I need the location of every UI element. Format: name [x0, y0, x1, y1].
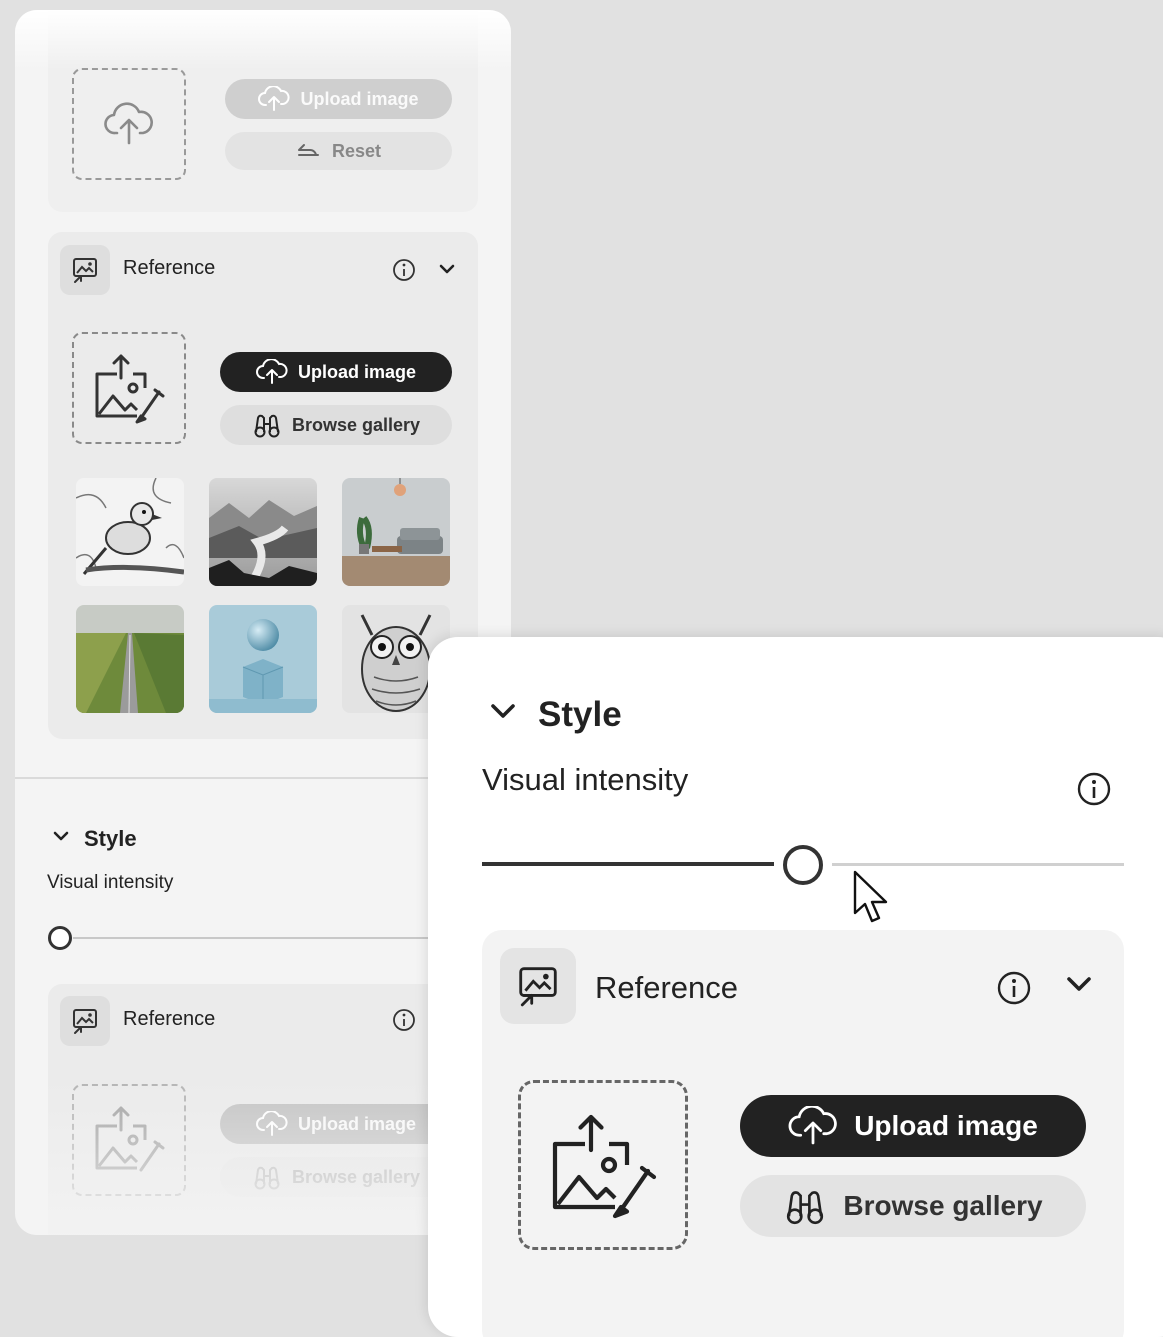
reset-button[interactable]: Reset	[225, 132, 452, 170]
undo-icon	[297, 144, 319, 156]
zoomed-style-panel: Style Visual intensity Reference Upload …	[428, 637, 1163, 1337]
style-reference-card: Reference Upload image Browse gallery	[48, 984, 478, 1235]
chevron-down-icon[interactable]	[438, 262, 456, 276]
info-icon[interactable]	[392, 258, 416, 282]
bird-sketch-thumbnail[interactable]	[76, 478, 184, 586]
misty-mountains-thumbnail[interactable]	[209, 478, 317, 586]
image-reference-icon	[519, 967, 557, 1007]
info-icon[interactable]	[1076, 771, 1112, 807]
reference-card: Reference Upload image Browse gallery	[48, 232, 478, 739]
zoom-upload-label: Upload image	[854, 1110, 1038, 1141]
binoculars-icon	[254, 1166, 280, 1190]
zoom-reference-card: Reference Upload image Browse gallery	[482, 930, 1124, 1337]
cloud-upload-icon	[255, 1111, 288, 1136]
reference-icon-box	[60, 245, 110, 295]
image-reference-icon	[73, 1009, 97, 1034]
style-reference-title: Reference	[123, 1008, 216, 1030]
visual-intensity-thumb[interactable]	[48, 926, 72, 950]
cloud-upload-icon	[258, 86, 290, 111]
cloud-upload-icon	[104, 102, 153, 145]
binoculars-icon	[254, 414, 280, 438]
style-reference-upload-label: Upload image	[297, 1113, 417, 1134]
zoom-browse-gallery-button[interactable]: Browse gallery	[740, 1175, 1086, 1237]
object-card: Upload image Reset	[48, 10, 478, 212]
living-room-thumbnail[interactable]	[342, 478, 450, 586]
reference-title: Reference	[123, 257, 216, 279]
reference-drop-zone[interactable]	[72, 332, 186, 444]
style-section-title: Style	[84, 826, 137, 851]
zoom-upload-button[interactable]: Upload image	[740, 1095, 1086, 1157]
info-icon[interactable]	[392, 1008, 416, 1032]
road-field-thumbnail[interactable]	[76, 605, 184, 713]
zoom-visual-intensity-label: Visual intensity	[482, 762, 689, 797]
image-upload-icon	[95, 1106, 165, 1172]
style-reference-upload-button[interactable]: Upload image	[220, 1104, 452, 1144]
zoom-reference-drop-zone[interactable]	[518, 1080, 688, 1250]
object-upload-label: Upload image	[300, 88, 419, 109]
zoom-reference-title: Reference	[595, 970, 739, 1005]
binoculars-icon	[787, 1191, 824, 1225]
zoom-style-title: Style	[538, 695, 622, 734]
visual-intensity-label: Visual intensity	[47, 872, 174, 893]
object-drop-zone[interactable]	[72, 68, 186, 180]
zoom-reference-icon-box	[500, 948, 576, 1024]
image-upload-icon	[552, 1114, 657, 1219]
reference-upload-button[interactable]: Upload image	[220, 352, 452, 392]
style-reference-drop-zone[interactable]	[72, 1084, 186, 1196]
info-icon[interactable]	[996, 970, 1032, 1006]
browse-gallery-label: Browse gallery	[291, 414, 421, 435]
cloud-upload-icon	[255, 359, 288, 384]
image-upload-icon	[95, 354, 165, 424]
zoom-slider-track[interactable]	[832, 863, 1124, 866]
object-upload-button[interactable]: Upload image	[225, 79, 452, 119]
mouse-cursor-icon	[853, 870, 888, 923]
style-browse-gallery-button[interactable]: Browse gallery	[220, 1157, 452, 1197]
chevron-down-icon[interactable]	[51, 830, 71, 844]
style-reference-icon-box	[60, 996, 110, 1046]
chevron-down-icon[interactable]	[488, 701, 518, 723]
style-browse-gallery-label: Browse gallery	[291, 1166, 421, 1187]
chevron-down-icon[interactable]	[1064, 974, 1094, 996]
reset-label: Reset	[331, 140, 382, 161]
zoom-browse-gallery-label: Browse gallery	[843, 1190, 1043, 1221]
zoom-slider-fill[interactable]	[482, 862, 774, 866]
zoom-slider-thumb[interactable]	[783, 845, 823, 885]
cloud-upload-icon	[788, 1106, 837, 1145]
sphere-cube-thumbnail[interactable]	[209, 605, 317, 713]
reference-upload-label: Upload image	[297, 361, 417, 382]
browse-gallery-button[interactable]: Browse gallery	[220, 405, 452, 445]
image-reference-icon	[73, 258, 97, 283]
